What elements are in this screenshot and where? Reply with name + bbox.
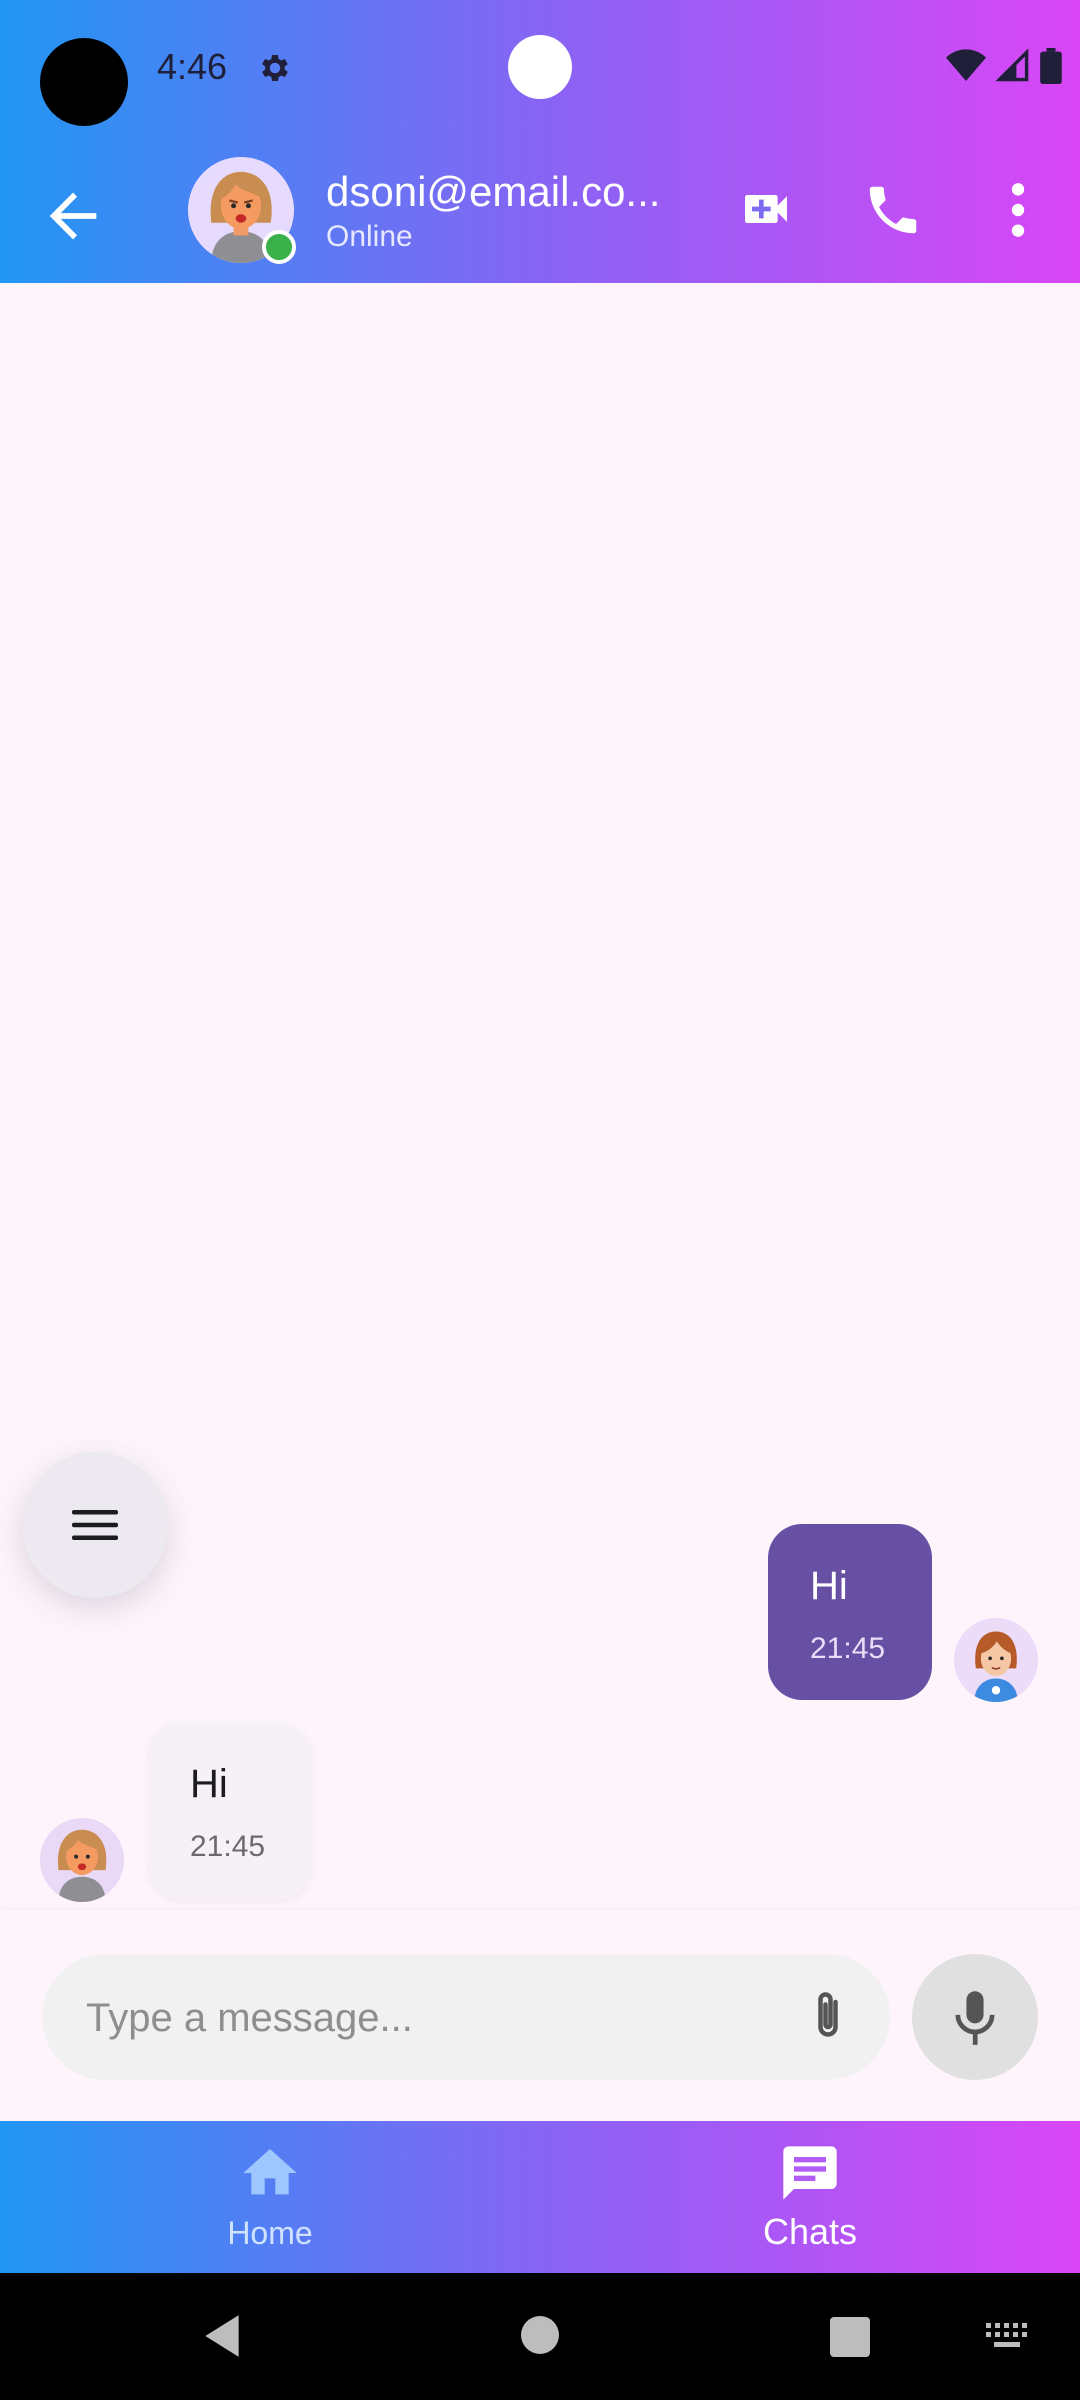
more-vertical-icon[interactable] — [998, 179, 1038, 241]
keyboard-icon[interactable] — [984, 2321, 1030, 2351]
battery-icon — [1040, 48, 1062, 84]
status-time: 4:46 — [157, 46, 228, 87]
online-status-dot — [262, 230, 296, 264]
contact-message-avatar — [40, 1818, 124, 1902]
incoming-message-bubble[interactable]: Hi 21:45 — [148, 1722, 312, 1900]
message-input[interactable] — [84, 1954, 788, 2082]
message-composer — [0, 1910, 1080, 2121]
sender-avatar — [954, 1618, 1038, 1702]
wifi-icon — [946, 49, 986, 81]
microphone-icon — [955, 1991, 995, 2045]
nav-label-chats: Chats — [762, 2211, 858, 2252]
video-call-icon[interactable] — [738, 181, 794, 237]
menu-fab-button[interactable] — [22, 1452, 168, 1598]
message-text: Hi — [810, 1564, 848, 1608]
system-recents-icon[interactable] — [830, 2317, 870, 2357]
home-icon — [243, 2149, 297, 2195]
message-input-container[interactable] — [42, 1954, 890, 2082]
message-time: 21:45 — [190, 1830, 266, 1863]
voice-record-button[interactable] — [912, 1954, 1038, 2080]
settings-gear-icon — [262, 54, 288, 82]
back-arrow-icon[interactable] — [38, 181, 108, 251]
status-bar: 4:46 — [0, 0, 1080, 135]
nav-label-home: Home — [227, 2215, 313, 2251]
woman-avatar-illustration — [954, 1618, 1038, 1702]
nav-item-chats[interactable]: Chats — [540, 2121, 1080, 2273]
message-time: 21:45 — [810, 1632, 886, 1665]
camera-cutout — [40, 38, 128, 126]
system-home-icon[interactable] — [521, 2316, 559, 2354]
outgoing-message-bubble[interactable]: Hi 21:45 — [768, 1524, 932, 1700]
front-camera-dot — [508, 35, 572, 99]
attachment-paperclip-icon[interactable] — [798, 1984, 858, 2050]
system-navigation-bar — [0, 2273, 1080, 2400]
system-status-icons — [946, 48, 1062, 84]
chat-icon — [783, 2146, 837, 2200]
system-back-icon[interactable] — [200, 2311, 244, 2361]
app-bar: dsoni@email.co... Online — [0, 135, 1080, 283]
message-text: Hi — [190, 1762, 228, 1806]
contact-status-text: Online — [326, 220, 413, 253]
signal-icon — [996, 49, 1029, 82]
hamburger-menu-icon — [72, 1510, 118, 1540]
top-bar: 4:46 dsoni@email.co... Online — [0, 0, 1080, 283]
bottom-navigation: Home Chats — [0, 2121, 1080, 2273]
phone-call-icon[interactable] — [862, 179, 924, 241]
contact-email-title: dsoni@email.co... — [326, 168, 661, 215]
woman-avatar-illustration — [40, 1818, 124, 1902]
nav-item-home[interactable]: Home — [0, 2121, 540, 2273]
